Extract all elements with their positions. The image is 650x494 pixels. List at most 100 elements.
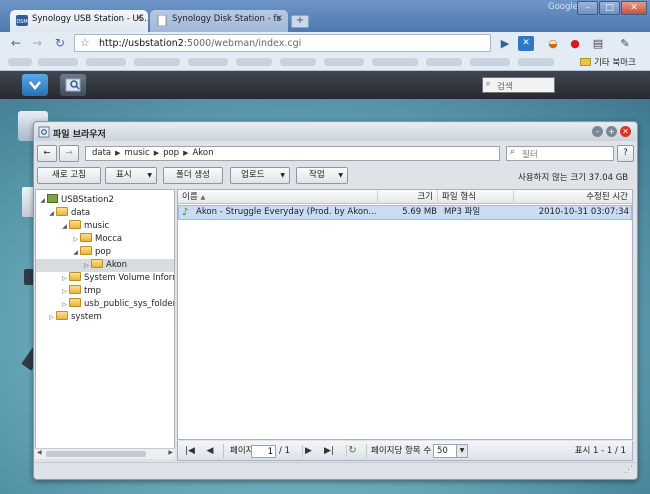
collapse-arrow-icon[interactable]: ▷	[82, 259, 91, 272]
tree-node-system[interactable]: ▷ system	[47, 311, 102, 324]
new-tab-button[interactable]: +	[291, 15, 309, 28]
bookmark-item[interactable]	[8, 58, 32, 66]
scroll-left-icon[interactable]: ◀	[37, 449, 42, 456]
bookmark-item[interactable]	[426, 58, 462, 66]
bookmark-item[interactable]	[324, 58, 364, 66]
collapse-arrow-icon[interactable]: ▷	[71, 233, 80, 246]
adblock-icon[interactable]: ●	[567, 36, 583, 51]
column-header-name[interactable]: 이름 ▲	[178, 190, 378, 204]
file-name-cell: Akon - Struggle Everyday (Prod. by Akon.…	[196, 207, 377, 217]
path-breadcrumb[interactable]: data ▶ music ▶ pop ▶ Akon	[85, 146, 500, 161]
bookmarks-bar: 기타 북마크	[0, 54, 650, 71]
refresh-icon[interactable]: ↻	[346, 445, 358, 457]
extension-bowl-icon[interactable]: ◒	[545, 36, 561, 51]
last-page-icon[interactable]: ▶|	[323, 445, 335, 457]
maximize-circle-icon[interactable]: +	[606, 126, 617, 137]
breadcrumb-segment[interactable]: music	[125, 148, 150, 158]
collapse-arrow-icon[interactable]: ▷	[60, 298, 69, 311]
star-icon[interactable]: ☆	[80, 36, 90, 49]
tree-node-music[interactable]: ◢ music	[60, 220, 109, 233]
expand-arrow-icon[interactable]: ◢	[60, 220, 69, 233]
minimize-button[interactable]: –	[577, 1, 598, 15]
expand-arrow-icon[interactable]: ◢	[71, 246, 80, 259]
maximize-button[interactable]: □	[599, 1, 620, 15]
upload-dropdown-button[interactable]: 업로드 ▼	[230, 167, 290, 184]
back-button[interactable]: ←	[37, 145, 57, 162]
bookmark-item[interactable]	[280, 58, 316, 66]
dsm-start-button[interactable]	[22, 74, 48, 96]
tab-usb-station[interactable]: DSM Synology USB Station - US... ✕	[10, 10, 148, 32]
close-circle-icon[interactable]: ✕	[620, 126, 631, 137]
file-browser-titlebar[interactable]: 파일 브라우저 – + ✕	[35, 123, 636, 141]
prev-page-icon[interactable]: ◀	[204, 445, 216, 457]
collapse-arrow-icon[interactable]: ▷	[47, 311, 56, 324]
filter-input[interactable]: ⌕ 필터	[506, 146, 614, 161]
refresh-button[interactable]: 새로 고침	[37, 167, 101, 184]
back-arrow-icon[interactable]: ←	[8, 36, 24, 51]
tree-node-pop[interactable]: ◢ pop	[71, 246, 111, 259]
scroll-right-icon[interactable]: ▶	[168, 449, 173, 456]
tree-node-mocca[interactable]: ▷ Mocca	[71, 233, 122, 246]
other-bookmarks-folder[interactable]: 기타 북마크	[580, 56, 636, 68]
first-page-icon[interactable]: |◀	[184, 445, 196, 457]
bookmark-item[interactable]	[518, 58, 554, 66]
tree-node-akon[interactable]: ▷ Akon	[36, 259, 174, 272]
folder-icon	[56, 311, 68, 320]
next-page-icon[interactable]: ▶	[302, 445, 314, 457]
help-button[interactable]: ?	[617, 145, 634, 162]
scroll-thumb[interactable]	[46, 451, 146, 457]
resize-grip-icon[interactable]: ⋰	[624, 465, 633, 475]
tree-node-label: data	[71, 208, 91, 218]
breadcrumb-segment[interactable]: Akon	[192, 148, 213, 158]
tree-node-system-volume-information[interactable]: ▷ System Volume Inform	[60, 272, 174, 285]
reload-icon[interactable]: ↻	[52, 36, 68, 51]
upload-label: 업로드	[241, 170, 265, 180]
bookmark-item[interactable]	[470, 58, 510, 66]
tree-horizontal-scrollbar[interactable]: ◀ ▶	[35, 448, 175, 459]
breadcrumb-segment[interactable]: pop	[163, 148, 179, 158]
bookmark-item[interactable]	[38, 58, 78, 66]
page-menu-icon[interactable]: ▤	[590, 36, 606, 51]
forward-arrow-icon[interactable]: →	[29, 36, 45, 51]
collapse-arrow-icon[interactable]: ▷	[60, 285, 69, 298]
expand-arrow-icon[interactable]: ◢	[38, 194, 47, 207]
column-header-type[interactable]: 파일 형식	[438, 190, 514, 204]
breadcrumb-segment[interactable]: data	[92, 148, 111, 158]
tree-node-usb-public-sys-folder[interactable]: ▷ usb_public_sys_folder	[60, 298, 174, 311]
collapse-arrow-icon[interactable]: ▷	[60, 272, 69, 285]
table-row[interactable]: ♪ Akon - Struggle Everyday (Prod. by Ako…	[178, 205, 632, 220]
close-tab-icon[interactable]: ✕	[275, 14, 283, 24]
action-dropdown-button[interactable]: 작업 ▼	[296, 167, 348, 184]
tab-disk-station[interactable]: Synology Disk Station - fs ✕	[150, 10, 288, 32]
forward-arrow-icon: →	[65, 148, 73, 158]
tree-node-usbstation2[interactable]: ◢ USBStation2	[38, 194, 114, 207]
minimize-circle-icon[interactable]: –	[592, 126, 603, 137]
forward-button[interactable]: →	[59, 145, 79, 162]
bookmark-item[interactable]	[372, 58, 418, 66]
tree-node-data[interactable]: ◢ data	[47, 207, 90, 220]
tree-node-tmp[interactable]: ▷ tmp	[60, 285, 101, 298]
view-dropdown-button[interactable]: 표시 ▼	[105, 167, 157, 184]
file-browser-taskbar-button[interactable]	[60, 74, 86, 96]
close-tab-icon[interactable]: ✕	[135, 14, 143, 24]
close-window-button[interactable]: ✕	[621, 1, 647, 15]
bookmark-item[interactable]	[86, 58, 126, 66]
bookmark-item[interactable]	[188, 58, 228, 66]
dsm-search-input[interactable]: ⌕ 검색	[482, 77, 555, 93]
page-number-input[interactable]	[251, 445, 276, 458]
per-page-select[interactable]: 50 ▼	[433, 444, 468, 458]
extension-x-icon[interactable]: ✕	[518, 36, 534, 51]
bookmark-item[interactable]	[236, 58, 272, 66]
expand-arrow-icon[interactable]: ◢	[47, 207, 56, 220]
wrench-menu-icon[interactable]: ✎	[617, 36, 633, 51]
new-folder-button[interactable]: 폴더 생성	[163, 167, 223, 184]
column-header-modified[interactable]: 수정된 시간	[514, 190, 632, 204]
column-header-size[interactable]: 크기	[378, 190, 438, 204]
browser-brand-label: Google	[548, 2, 578, 12]
address-bar[interactable]: ☆ http://usbstation2:5000/webman/index.c…	[74, 34, 491, 52]
folder-icon	[580, 58, 591, 66]
per-page-label: 페이지당 항목 수	[366, 444, 431, 458]
bookmark-item[interactable]	[134, 58, 180, 66]
dropdown-arrow-icon: ▼	[456, 445, 467, 457]
go-arrow-icon[interactable]: ▶	[497, 36, 513, 51]
